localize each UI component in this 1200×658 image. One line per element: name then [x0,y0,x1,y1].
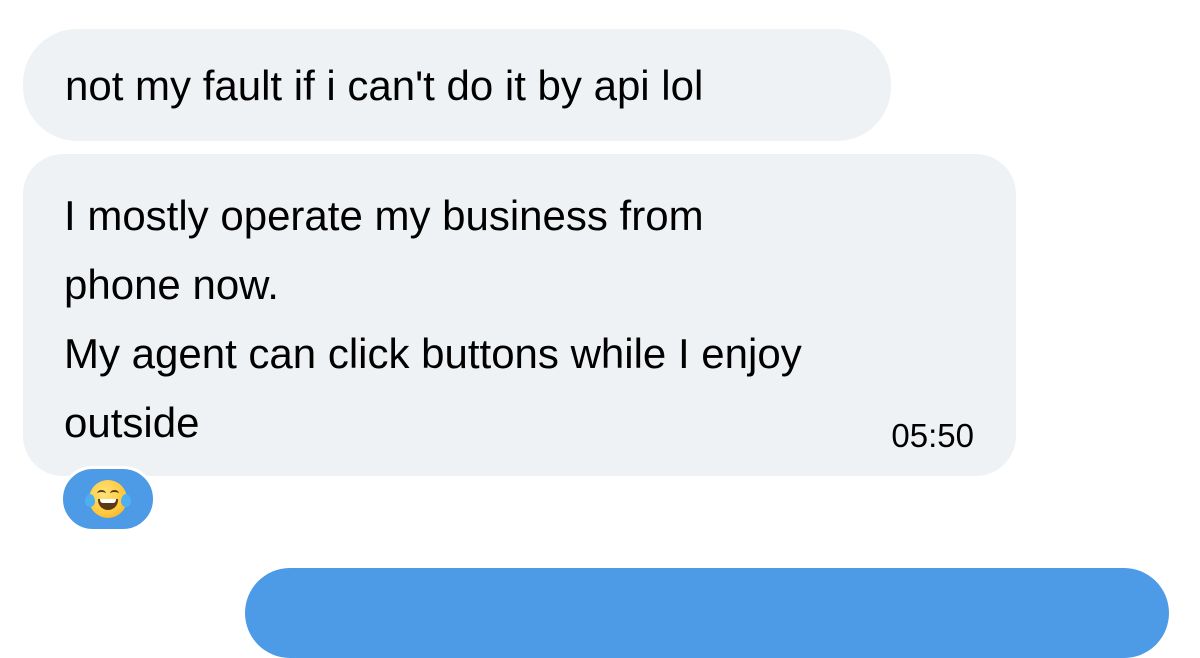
message-line: phone now. [64,261,279,308]
message-bubble-incoming[interactable]: I mostly operate my business from phone … [23,154,1016,476]
message-text: I mostly operate my business from phone … [64,181,802,457]
message-text: not my fault if i can't do it by api lol [65,62,704,109]
message-line: I mostly operate my business from [64,192,704,239]
face-with-tears-of-joy-icon [85,480,131,518]
message-bubble-outgoing[interactable] [245,568,1169,658]
message-line: My agent can click buttons while I enjoy [64,330,802,377]
message-reaction[interactable] [60,466,156,532]
message-bubble-incoming[interactable]: not my fault if i can't do it by api lol [23,29,891,141]
message-timestamp: 05:50 [891,417,974,454]
message-line: outside [64,399,200,446]
